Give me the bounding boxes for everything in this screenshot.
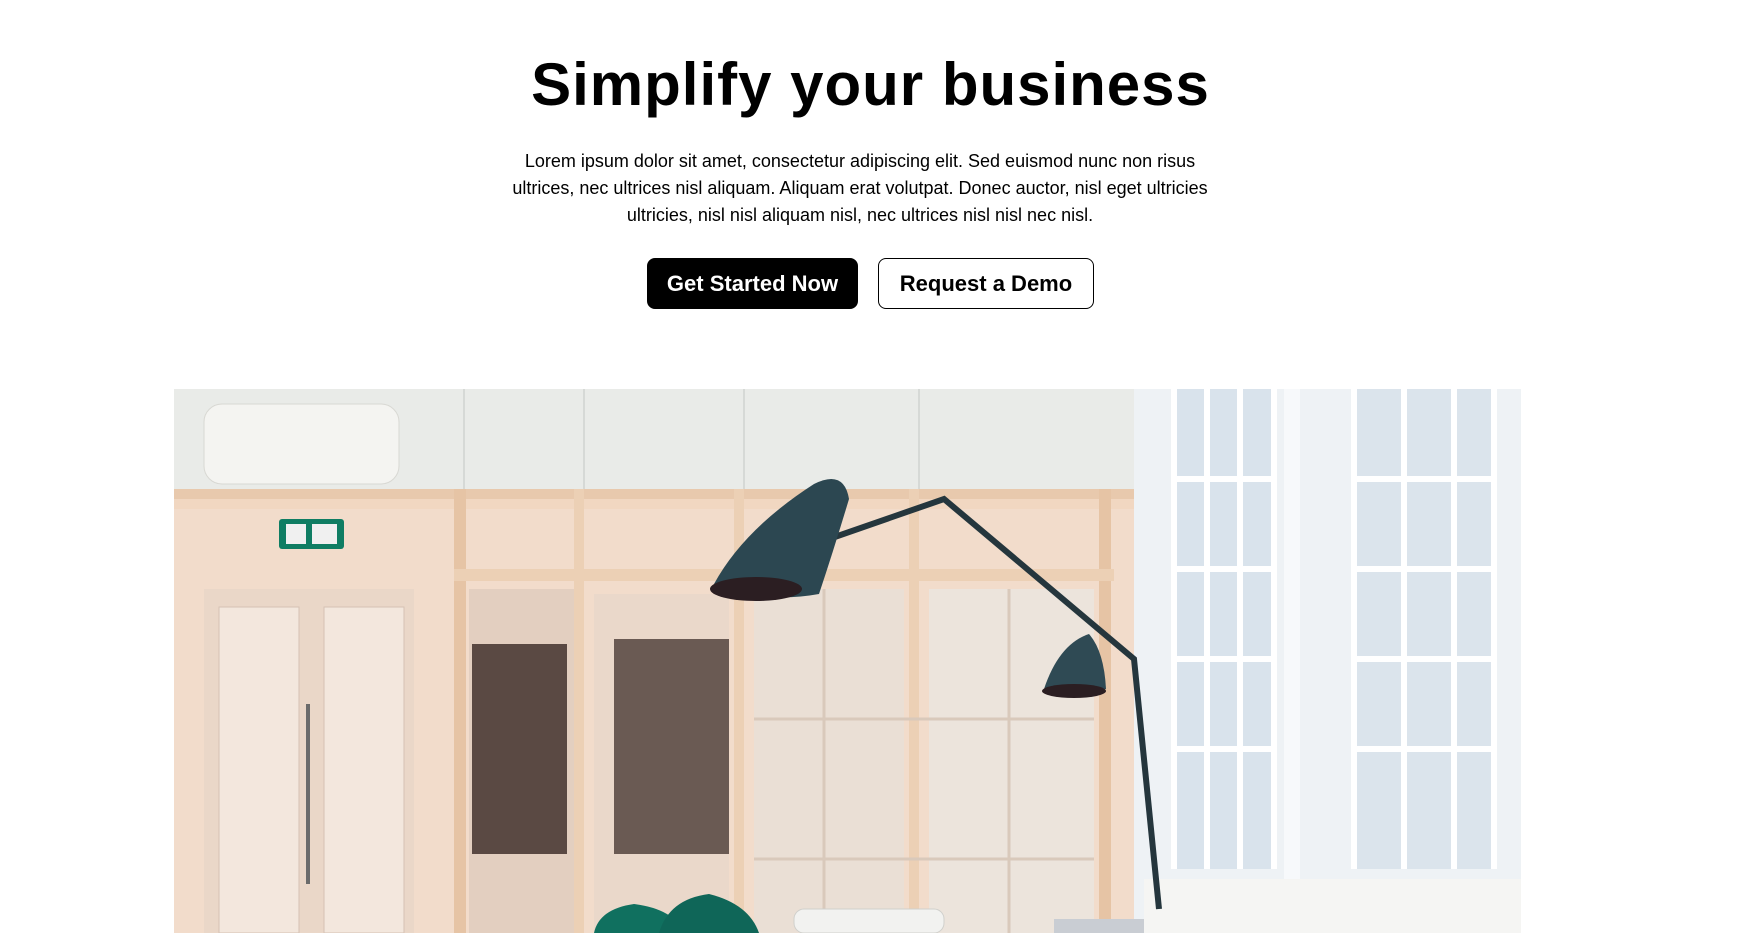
hero-description: Lorem ipsum dolor sit amet, consectetur … <box>512 151 1208 225</box>
page-title: Simplify your business <box>531 51 1210 118</box>
hero-section: Simplify your business Lorem ipsum dolor… <box>0 0 1741 933</box>
cta-group: Get Started Now Request a Demo <box>0 258 1741 309</box>
request-demo-button[interactable]: Request a Demo <box>878 258 1094 309</box>
office-photo <box>174 389 1521 933</box>
get-started-button[interactable]: Get Started Now <box>647 258 858 309</box>
